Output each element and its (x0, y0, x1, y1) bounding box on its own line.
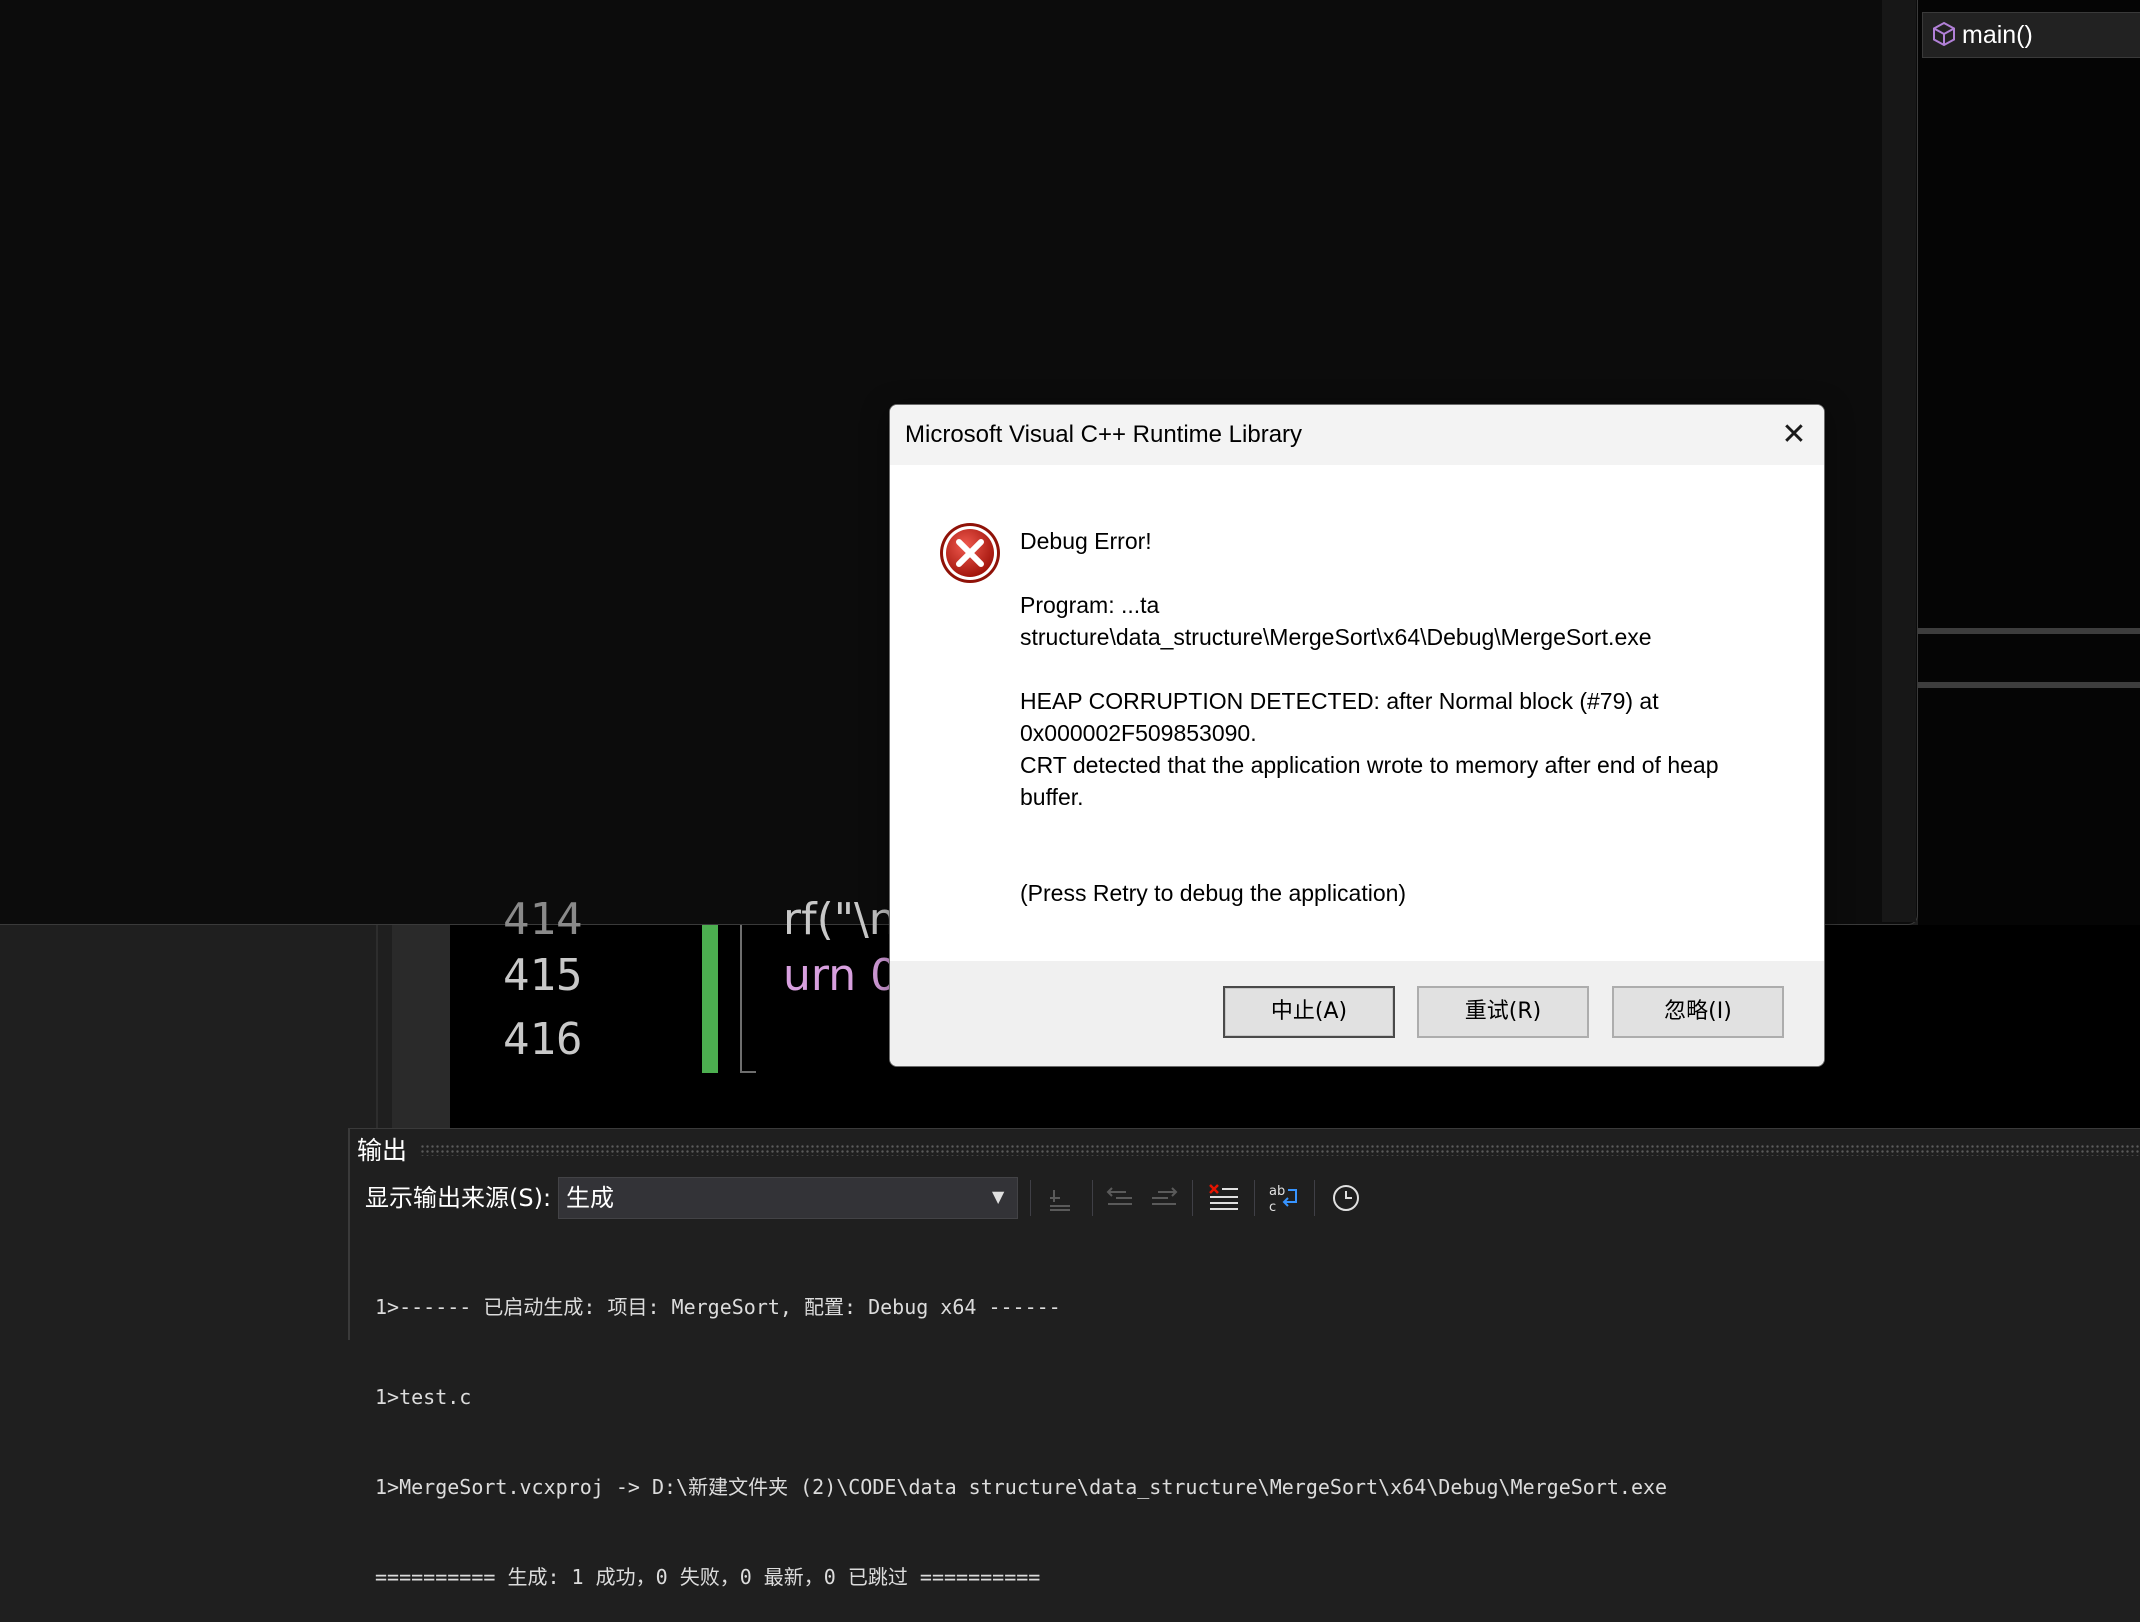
line-number: 415 (503, 950, 583, 1001)
line-number: 416 (503, 1014, 583, 1065)
line-number: 414 (503, 894, 583, 945)
ignore-button[interactable]: 忽略(I) (1612, 986, 1784, 1038)
output-line: 1>------ 已启动生成: 项目: MergeSort, 配置: Debug… (375, 1295, 1061, 1319)
output-source-dropdown[interactable] (558, 1177, 1018, 1219)
change-indicator-bar (702, 925, 718, 1073)
editor-divider (376, 925, 378, 1128)
code-line: rf("\n (783, 894, 897, 945)
scope-guide-line (740, 1071, 756, 1073)
error-dialog: Microsoft Visual C++ Runtime Library ✕ D… (889, 404, 1825, 1067)
toolbar-separator (1030, 1180, 1031, 1216)
error-program-line: Program: ...ta (1020, 592, 1160, 618)
output-panel-edge (348, 1128, 350, 1340)
output-line: 1>test.c (375, 1385, 472, 1409)
output-source-value: 生成 (566, 1184, 614, 1212)
dialog-title: Microsoft Visual C++ Runtime Library (905, 421, 1303, 448)
close-icon[interactable]: ✕ (1770, 413, 1818, 457)
scope-guide-line (740, 925, 742, 1073)
svg-text:c: c (1269, 1200, 1276, 1215)
error-hint: (Press Retry to debug the application) (1020, 880, 1407, 906)
output-source-label: 显示输出来源(S): (365, 1184, 552, 1212)
svg-text:ab: ab (1269, 1184, 1285, 1199)
abort-button[interactable]: 中止(A) (1223, 986, 1395, 1038)
error-heading: Debug Error! (1020, 528, 1152, 554)
editor-side-area (0, 925, 376, 1128)
toolbar-separator (1092, 1180, 1093, 1216)
error-program-path: structure\data_structure\MergeSort\x64\D… (1020, 624, 1652, 650)
output-line: 1>MergeSort.vcxproj -> D:\新建文件夹 (2)\CODE… (375, 1475, 1668, 1499)
error-heap-address: 0x000002F509853090. (1020, 720, 1257, 746)
output-line: ========== 生成: 1 成功，0 失败，0 最新，0 已跳过 ====… (375, 1565, 1041, 1589)
panel-drag-grip[interactable] (420, 1144, 2140, 1156)
panel-divider (1918, 628, 2140, 634)
editor-gutter (392, 925, 450, 1128)
clear-all-icon[interactable] (1206, 1180, 1242, 1216)
error-heap-line: HEAP CORRUPTION DETECTED: after Normal b… (1020, 688, 1659, 714)
error-crt-line: CRT detected that the application wrote … (1020, 752, 1719, 778)
toolbar-separator (1192, 1180, 1193, 1216)
console-scrollbar[interactable] (1882, 0, 1916, 922)
cube-icon (1933, 21, 1955, 47)
toolbar-separator (1314, 1180, 1315, 1216)
previous-message-icon[interactable] (1102, 1180, 1138, 1216)
retry-button[interactable]: 重试(R) (1417, 986, 1589, 1038)
output-panel-title: 输出 (357, 1136, 408, 1165)
word-wrap-icon[interactable]: ab c (1266, 1180, 1302, 1216)
next-message-icon[interactable] (1146, 1180, 1182, 1216)
function-label: main() (1962, 21, 2033, 49)
error-crt-line-cont: buffer. (1020, 784, 1084, 810)
toolbar-separator (1254, 1180, 1255, 1216)
scroll-up-arrow-icon[interactable]: ⌃ (1890, 0, 1908, 10)
panel-divider (1918, 682, 2140, 688)
error-icon (940, 523, 1000, 583)
chevron-down-icon[interactable]: ▼ (992, 1185, 1004, 1209)
find-message-icon[interactable] (1042, 1180, 1078, 1216)
clock-icon[interactable] (1328, 1180, 1364, 1216)
output-text-area[interactable]: 1>------ 已启动生成: 项目: MergeSort, 配置: Debug… (375, 1232, 2135, 1622)
